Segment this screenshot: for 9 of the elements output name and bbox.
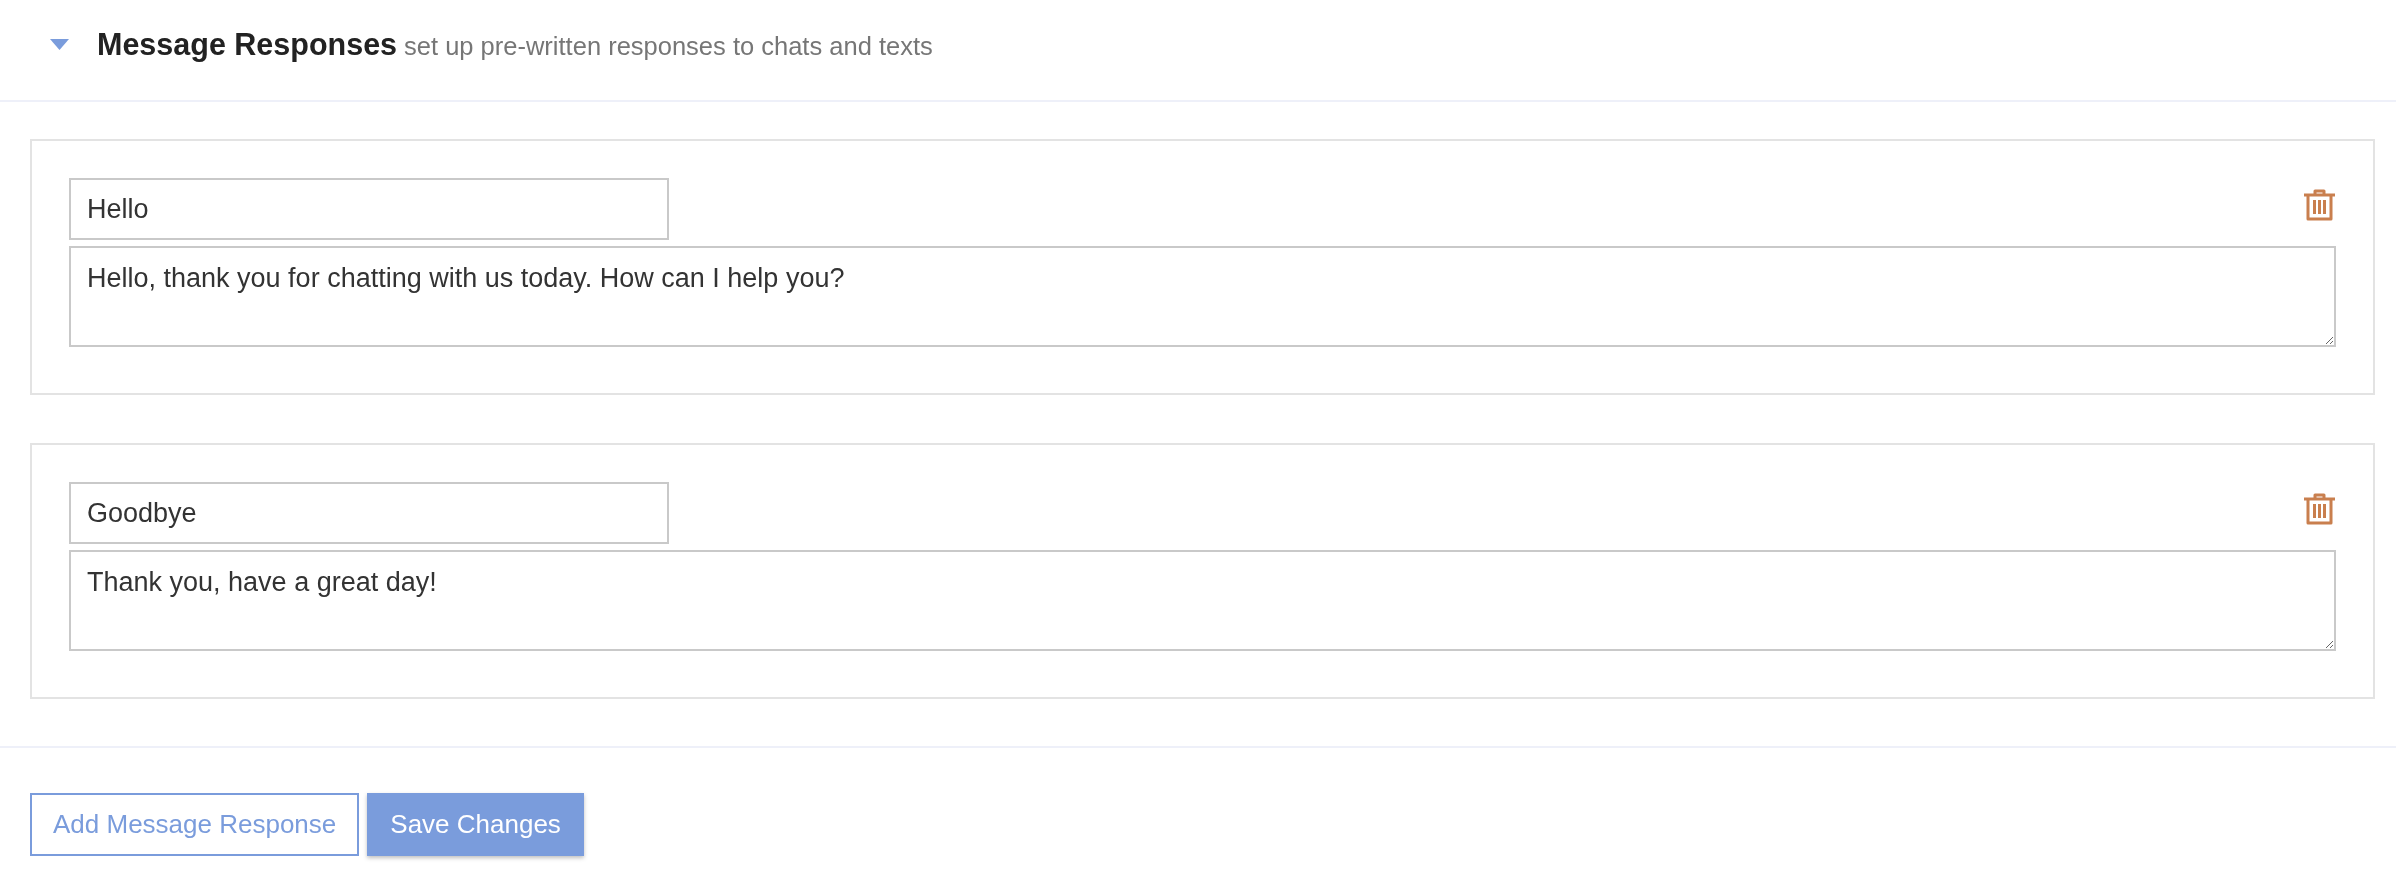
trash-icon[interactable] (2304, 492, 2335, 525)
section-subtitle: set up pre-written responses to chats and texts (404, 31, 933, 61)
name-input-field[interactable]: Hello (69, 178, 669, 240)
section-title: Message Responses (97, 26, 398, 62)
trash-icon[interactable] (2304, 188, 2335, 221)
message-text-area[interactable]: Thank you, have a great day! (69, 550, 2336, 651)
caret-icon[interactable] (50, 38, 69, 50)
name-input-field[interactable]: Goodbye (69, 482, 669, 544)
message-text-area[interactable]: Hello, thank you for chatting with us today. How can I help you? (69, 246, 2336, 347)
